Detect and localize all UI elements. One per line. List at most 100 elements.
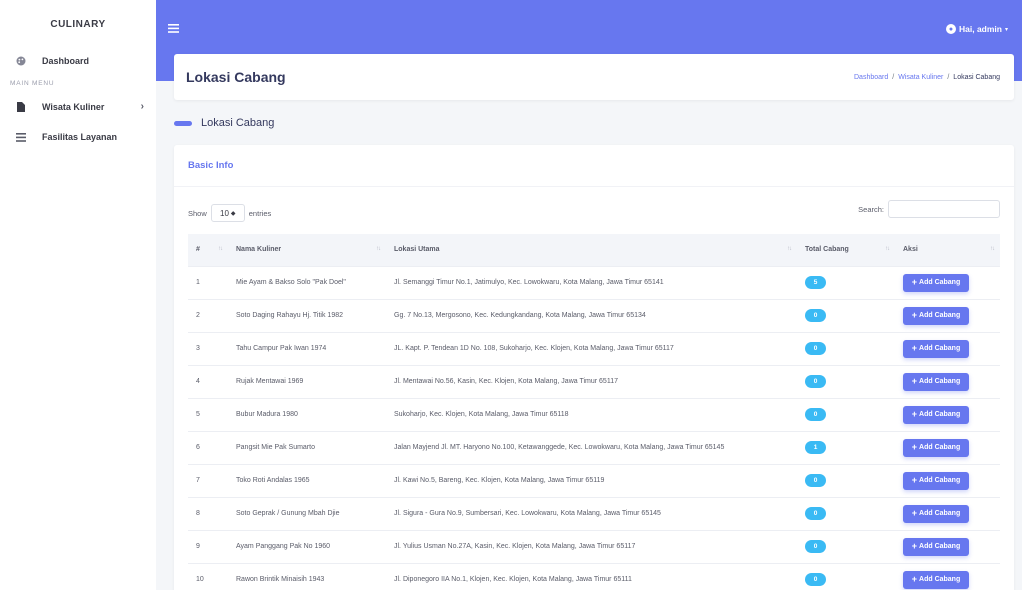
cell-total-cabang: 0 xyxy=(797,397,895,431)
sidebar-item-wisata-kuliner[interactable]: Wisata Kuliner › xyxy=(0,94,156,120)
breadcrumb-dashboard[interactable]: Dashboard xyxy=(854,74,888,81)
table-row: 2 Soto Daging Rahayu Hj. Titik 1982 Gg. 7 … xyxy=(188,298,1000,332)
sidebar-item-label: Fasilitas Layanan xyxy=(42,132,118,142)
cell-nama-kuliner: Soto Daging Rahayu Hj. Titik 1982 xyxy=(228,298,386,332)
add-cabang-label: Add Cabang xyxy=(919,411,961,418)
total-cabang-badge: 0 xyxy=(805,309,826,322)
total-cabang-badge: 5 xyxy=(805,276,826,289)
breadcrumb-wisata-kuliner[interactable]: Wisata Kuliner xyxy=(898,74,943,81)
cell-nama-kuliner: Ayam Panggang Pak No 1960 xyxy=(228,529,386,563)
cell-nama-kuliner: Bubur Madura 1980 xyxy=(228,397,386,431)
page-title: Lokasi Cabang xyxy=(186,69,286,85)
cell-number: 7 xyxy=(188,463,228,497)
branch-table: # ↑↓ Nama Kuliner ↑↓ Lokasi Utama ↑↓ Total … xyxy=(188,234,1000,590)
add-cabang-button[interactable]: + Add Cabang xyxy=(903,504,969,523)
table-row: 3 Tahu Campur Pak Iwan 1974 JL. Kapt. P. T… xyxy=(188,331,1000,365)
total-cabang-badge: 0 xyxy=(805,408,826,421)
sort-icon: ↑↓ xyxy=(990,246,995,252)
plus-icon: + xyxy=(911,574,918,585)
user-greeting: Hai, admin xyxy=(959,24,1002,34)
add-cabang-label: Add Cabang xyxy=(919,576,961,584)
cell-nama-kuliner: Tahu Campur Pak Iwan 1974 xyxy=(228,331,386,365)
search-input[interactable] xyxy=(888,200,1000,218)
column-header-number[interactable]: # ↑↓ xyxy=(188,234,228,266)
add-cabang-button[interactable]: + Add Cabang xyxy=(903,339,969,358)
table-row: 5 Bubur Madura 1980 Sukoharjo, Kec. Klojen… xyxy=(188,397,1000,431)
palette-icon xyxy=(14,56,28,66)
table-row: 10 Rawon Brintik Minaisih 1943 Jl. Diponeg… xyxy=(188,562,1000,590)
table-body: 1 Mie Ayam & Bakso Solo "Pak Doel" Jl. Sem… xyxy=(188,265,1000,590)
sidebar-item-label: Dashboard xyxy=(42,56,90,66)
plus-icon: + xyxy=(911,442,918,452)
sidebar-section-label: MAIN MENU xyxy=(10,79,55,87)
cell-lokasi-utama: JL. Kapt. P. Tendean 1D No. 108, Sukohar… xyxy=(386,331,797,365)
cell-lokasi-utama: Jl. Yulius Usman No.27A, Kasin, Kec. Klo… xyxy=(386,529,797,563)
sidebar-item-dashboard[interactable]: Dashboard xyxy=(0,48,156,74)
add-cabang-button[interactable]: + Add Cabang xyxy=(903,438,969,457)
breadcrumb: Dashboard / Wisata Kuliner / Lokasi Caba… xyxy=(854,74,1000,81)
add-cabang-label: Add Cabang xyxy=(919,345,961,352)
add-cabang-button[interactable]: + Add Cabang xyxy=(903,372,969,391)
add-cabang-button[interactable]: + Add Cabang xyxy=(903,471,969,490)
entries-control: Show 10 ◆ entries xyxy=(188,204,271,222)
section-title: Lokasi Cabang xyxy=(174,117,274,129)
add-cabang-button[interactable]: + Add Cabang xyxy=(903,570,969,589)
hamburger-menu-icon[interactable] xyxy=(168,22,179,36)
add-cabang-button[interactable]: + Add Cabang xyxy=(903,537,969,556)
column-header-total-cabang[interactable]: Total Cabang ↑↓ xyxy=(797,234,895,266)
cell-aksi: + Add Cabang xyxy=(895,529,1000,563)
table-row: 9 Ayam Panggang Pak No 1960 Jl. Yulius Usm… xyxy=(188,529,1000,563)
cell-aksi: + Add Cabang xyxy=(895,364,1000,398)
table-row: 6 Pangsit Mie Pak Sumarto Jalan Mayjend Jl… xyxy=(188,430,1000,464)
cell-lokasi-utama: Jl. Mentawai No.56, Kasin, Kec. Klojen, … xyxy=(386,364,797,398)
cell-nama-kuliner: Soto Geprak / Gunung Mbah Djie xyxy=(228,496,386,530)
cell-number: 9 xyxy=(188,529,228,563)
cell-total-cabang: 0 xyxy=(797,364,895,398)
cell-number: 10 xyxy=(188,562,228,590)
plus-icon: + xyxy=(911,508,918,518)
cell-number: 4 xyxy=(188,364,228,398)
cell-total-cabang: 0 xyxy=(797,463,895,497)
column-header-aksi[interactable]: Aksi ↑↓ xyxy=(895,234,1000,266)
table-row: 1 Mie Ayam & Bakso Solo "Pak Doel" Jl. Sem… xyxy=(188,265,1000,299)
cell-total-cabang: 0 xyxy=(797,562,895,590)
cell-aksi: + Add Cabang xyxy=(895,397,1000,431)
cell-aksi: + Add Cabang xyxy=(895,496,1000,530)
cell-nama-kuliner: Mie Ayam & Bakso Solo "Pak Doel" xyxy=(228,265,386,299)
cell-lokasi-utama: Jl. Semanggi Timur No.1, Jatimulyo, Kec.… xyxy=(386,265,797,299)
sidebar: CULINARY Dashboard MAIN MENU Wisata Kuli… xyxy=(0,0,156,590)
file-icon xyxy=(14,102,28,112)
column-header-nama-kuliner[interactable]: Nama Kuliner ↑↓ xyxy=(228,234,386,266)
chevron-right-icon: › xyxy=(140,101,144,112)
brand-logo[interactable]: CULINARY xyxy=(0,0,156,48)
table-header-row: # ↑↓ Nama Kuliner ↑↓ Lokasi Utama ↑↓ Total … xyxy=(188,234,1000,266)
cell-nama-kuliner: Toko Roti Andalas 1965 xyxy=(228,463,386,497)
entries-select[interactable]: 10 ◆ xyxy=(210,204,245,222)
cell-lokasi-utama: Jl. Diponegoro IIA No.1, Klojen, Kec. Kl… xyxy=(386,562,797,590)
add-cabang-button[interactable]: + Add Cabang xyxy=(903,306,969,325)
user-dropdown[interactable]: ● Hai, admin ▾ xyxy=(946,24,1008,34)
cell-aksi: + Add Cabang xyxy=(895,298,1000,332)
add-cabang-button[interactable]: + Add Cabang xyxy=(903,273,969,292)
add-cabang-label: Add Cabang xyxy=(919,279,961,286)
add-cabang-button[interactable]: + Add Cabang xyxy=(903,405,969,424)
cell-lokasi-utama: Sukoharjo, Kec. Klojen, Kota Malang, Jaw… xyxy=(386,397,797,431)
cell-number: 5 xyxy=(188,397,228,431)
section-title-text: Lokasi Cabang xyxy=(201,117,275,129)
select-arrows-icon: ◆ xyxy=(230,210,236,217)
column-header-lokasi-utama[interactable]: Lokasi Utama ↑↓ xyxy=(386,234,797,266)
breadcrumb-separator: / xyxy=(947,73,950,81)
cell-total-cabang: 0 xyxy=(797,298,895,332)
plus-icon: + xyxy=(911,277,918,287)
total-cabang-badge: 0 xyxy=(805,540,826,553)
cell-total-cabang: 5 xyxy=(797,265,895,299)
sidebar-item-fasilitas-layanan[interactable]: Fasilitas Layanan xyxy=(0,124,156,150)
user-avatar-icon: ● xyxy=(946,24,956,34)
plus-icon: + xyxy=(911,409,918,419)
add-cabang-label: Add Cabang xyxy=(919,477,961,484)
cell-aksi: + Add Cabang xyxy=(895,331,1000,365)
sidebar-item-label: Wisata Kuliner xyxy=(42,102,105,112)
cell-aksi: + Add Cabang xyxy=(895,463,1000,497)
add-cabang-label: Add Cabang xyxy=(919,378,961,385)
plus-icon: + xyxy=(911,343,918,353)
